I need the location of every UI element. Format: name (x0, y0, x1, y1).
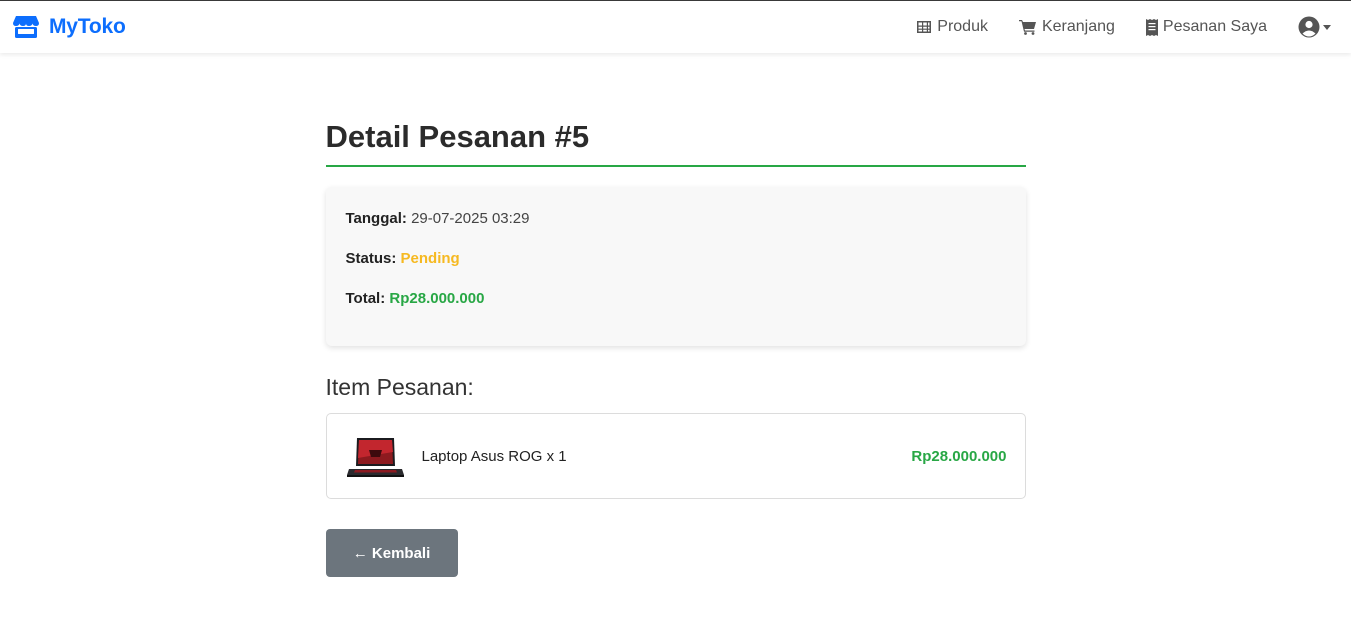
items-section-title: Item Pesanan: (325, 374, 474, 400)
brand-link[interactable]: MyToko (13, 15, 126, 39)
item-price: Rp28.000.000 (911, 447, 1007, 465)
nav-link-produk[interactable]: Produk (916, 18, 988, 36)
nav-link-pesanan-saya-label: Pesanan Saya (1162, 18, 1267, 35)
status-badge: Pending (400, 250, 460, 267)
nav-link-pesanan-saya[interactable]: Pesanan Saya (1145, 18, 1267, 36)
order-total-label: Total: (345, 290, 386, 307)
nav-link-produk-label: Produk (937, 18, 988, 35)
order-info-card: Tanggal: 29-07-2025 03:29 Status: Pendin… (325, 187, 1026, 346)
order-status-row: Status: Pending (346, 250, 1006, 268)
navbar: MyToko Produk Keranjang Pesanan Saya (0, 1, 1351, 53)
item-name: Laptop Asus ROG x 1 (421, 447, 567, 465)
order-total-value: Rp28.000.000 (389, 290, 485, 307)
brand-name: MyToko (49, 15, 126, 38)
order-date-label: Tanggal: (345, 210, 407, 227)
order-total-row: Total: Rp28.000.000 (346, 290, 1006, 308)
nav-link-keranjang-label: Keranjang (1041, 18, 1115, 35)
store-icon (13, 16, 39, 38)
user-dropdown-toggle[interactable] (1298, 16, 1331, 38)
grid-icon (917, 21, 932, 33)
user-circle-icon (1298, 16, 1320, 38)
order-detail-container: Detail Pesanan #5 Tanggal: 29-07-2025 03… (325, 53, 1026, 577)
page-title: Detail Pesanan #5 (325, 119, 1026, 167)
order-date-value: 29-07-2025 03:29 (411, 210, 530, 227)
chevron-down-icon (1323, 24, 1331, 30)
cart-icon (1018, 20, 1036, 35)
receipt-icon (1145, 18, 1158, 36)
back-button[interactable]: ← Kembali (325, 529, 458, 577)
order-status-label: Status: (345, 250, 397, 267)
nav-link-keranjang[interactable]: Keranjang (1018, 18, 1115, 36)
nav-links: Produk Keranjang Pesanan Saya (885, 16, 1331, 38)
item-info: Laptop Asus ROG x 1 (346, 434, 567, 478)
laptop-thumbnail (346, 438, 404, 477)
order-date-row: Tanggal: 29-07-2025 03:29 (346, 210, 1006, 228)
list-item: Laptop Asus ROG x 1 Rp28.000.000 (325, 413, 1026, 499)
